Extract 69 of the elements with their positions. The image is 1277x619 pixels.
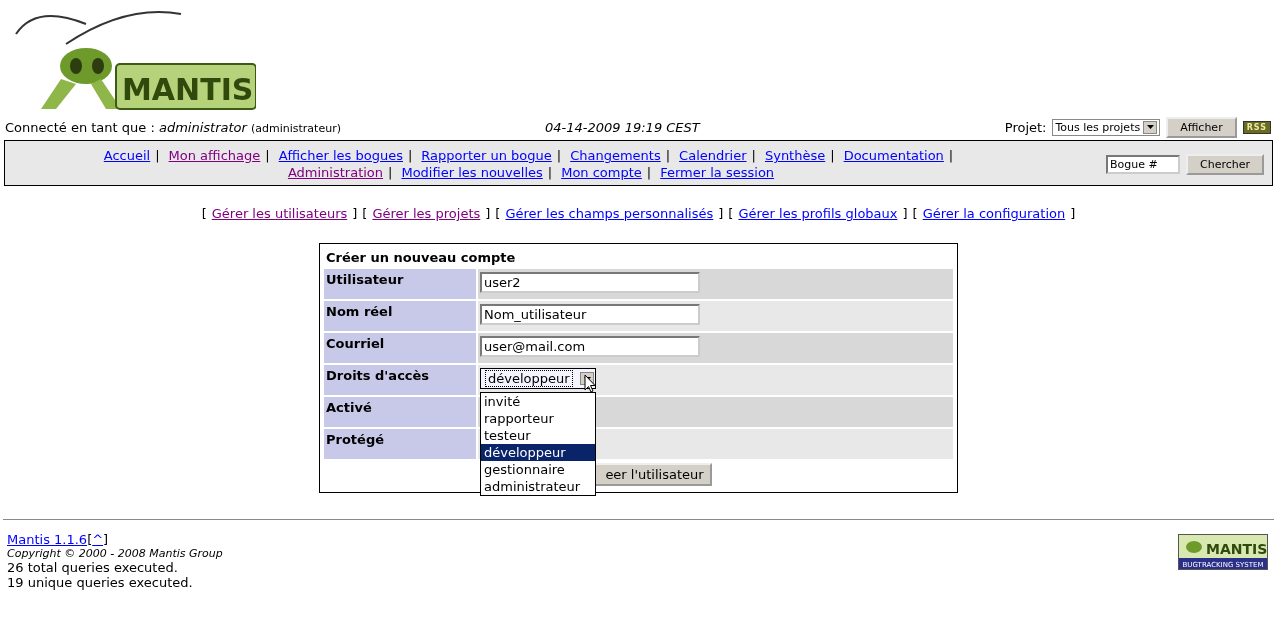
date-time: 04-14-2009 19:19 CEST bbox=[545, 119, 702, 135]
separator: | bbox=[556, 148, 562, 163]
menu-link[interactable]: Calendrier bbox=[679, 148, 747, 163]
separator: | bbox=[665, 148, 671, 163]
menu-link[interactable]: Mon compte bbox=[561, 165, 642, 180]
bracket: ] bbox=[485, 206, 491, 221]
version-link[interactable]: Mantis 1.1.6 bbox=[7, 532, 88, 547]
bracket: ] bbox=[718, 206, 724, 221]
dropdown-option[interactable]: invité bbox=[481, 393, 595, 410]
separator: | bbox=[547, 165, 553, 180]
rss-link[interactable]: RSS bbox=[1242, 120, 1271, 134]
menu-link[interactable]: Administration bbox=[287, 165, 384, 180]
menu-link[interactable]: Mon affichage bbox=[168, 148, 261, 163]
access-level-select[interactable]: développeur bbox=[480, 368, 596, 389]
menu-link[interactable]: Synthèse bbox=[764, 148, 826, 163]
admin-link[interactable]: Gérer les profils globaux bbox=[738, 206, 898, 221]
menu-link[interactable]: Documentation bbox=[843, 148, 944, 163]
separator: | bbox=[948, 148, 954, 163]
admin-link[interactable]: Gérer les utilisateurs bbox=[211, 206, 348, 221]
bug-number-field[interactable]: Bogue # bbox=[1106, 154, 1180, 174]
field-label: Protégé bbox=[324, 429, 476, 459]
bracket: ] bbox=[103, 532, 109, 547]
search-button[interactable]: Chercher bbox=[1186, 153, 1264, 175]
dropdown-option[interactable]: développeur bbox=[481, 444, 595, 461]
separator: | bbox=[388, 165, 393, 180]
bracket: ] bbox=[1070, 206, 1076, 221]
field-label: Courriel bbox=[324, 333, 476, 363]
bracket: ] bbox=[902, 206, 908, 221]
field-label: Activé bbox=[324, 397, 476, 427]
field-label: Utilisateur bbox=[324, 269, 476, 299]
bracket: [ bbox=[201, 206, 207, 221]
dropdown-option[interactable]: testeur bbox=[481, 427, 595, 444]
field-label: Nom réel bbox=[324, 301, 476, 331]
project-label: Projet: bbox=[1004, 119, 1047, 135]
copyright: Copyright © 2000 - 2008 Mantis Group bbox=[7, 547, 223, 560]
separator: | bbox=[830, 148, 835, 163]
separator: | bbox=[646, 165, 652, 180]
admin-link[interactable]: Gérer les projets bbox=[372, 206, 481, 221]
field-label: Droits d'accès bbox=[324, 365, 476, 395]
text-field[interactable]: user2 bbox=[480, 272, 700, 293]
dropdown-option[interactable]: rapporteur bbox=[481, 410, 595, 427]
separator: | bbox=[751, 148, 756, 163]
admin-link[interactable]: Gérer les champs personnalisés bbox=[505, 206, 714, 221]
bracket: [ bbox=[912, 206, 918, 221]
menu-link[interactable]: Rapporter un bogue bbox=[421, 148, 552, 163]
menu-link[interactable]: Accueil bbox=[103, 148, 151, 163]
form-title: Créer un nouveau compte bbox=[325, 249, 517, 267]
menu-link[interactable]: Fermer la session bbox=[660, 165, 775, 180]
bracket: [ bbox=[495, 206, 501, 221]
project-select[interactable]: Tous les projets bbox=[1052, 118, 1161, 136]
show-button[interactable]: Afficher bbox=[1166, 116, 1237, 138]
separator: | bbox=[155, 148, 160, 163]
bracket: [ bbox=[87, 532, 93, 547]
bracket: [ bbox=[728, 206, 734, 221]
query-count: 19 unique queries executed. bbox=[7, 575, 194, 590]
separator: | bbox=[407, 148, 413, 163]
query-count: 26 total queries executed. bbox=[7, 560, 179, 575]
bracket: [ bbox=[362, 206, 368, 221]
separator: | bbox=[265, 148, 270, 163]
text-field[interactable]: Nom_utilisateur bbox=[480, 304, 700, 325]
admin-link[interactable]: Gérer la configuration bbox=[922, 206, 1066, 221]
login-info: Connecté en tant que : administrator (administrateur) bbox=[5, 119, 342, 135]
menu-link[interactable]: Changements bbox=[570, 148, 661, 163]
text-field[interactable]: user@mail.com bbox=[480, 336, 700, 357]
mantis-logo: MANTIS bbox=[6, 4, 256, 112]
top-link[interactable]: ^ bbox=[92, 532, 104, 547]
menu-link[interactable]: Afficher les bogues bbox=[278, 148, 403, 163]
bracket: ] bbox=[352, 206, 358, 221]
menu-link[interactable]: Modifier les nouvelles bbox=[401, 165, 543, 180]
